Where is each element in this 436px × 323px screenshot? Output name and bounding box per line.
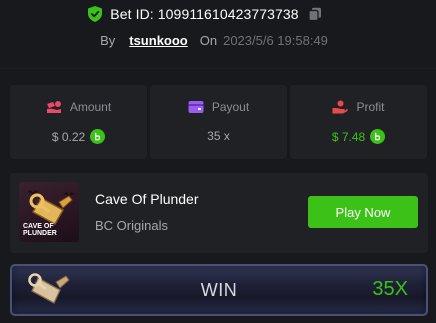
shield-check-icon [88, 6, 103, 22]
bet-date: 2023/5/6 19:58:49 [223, 32, 328, 48]
profit-value-row: $ 7.48 [290, 129, 427, 144]
payout-value: 35 x [207, 129, 230, 143]
amount-label: Amount [69, 100, 112, 114]
result-multiplier: 35X [372, 278, 408, 300]
divider [0, 68, 436, 69]
bet-meta-row: By tsunkooo On 2023/5/6 19:58:49 [0, 31, 436, 49]
amount-value-row: $ 0.22 [10, 129, 147, 144]
game-provider: BC Originals [95, 218, 168, 233]
payout-header: Payout [150, 100, 287, 114]
amount-value: $ 0.22 [51, 129, 86, 144]
amount-card: Amount $ 0.22 [10, 85, 147, 159]
hand-coin-icon [332, 100, 348, 114]
amount-header: Amount [10, 100, 147, 114]
payout-value-row: 35 x [150, 129, 287, 143]
by-label: By [100, 32, 116, 48]
bet-id-row: Bet ID: 109911610423773738 [0, 4, 436, 24]
coins-icon [46, 101, 61, 113]
bcd-coin-icon [370, 129, 386, 144]
result-banner: WIN 35X [10, 264, 428, 316]
play-now-button[interactable]: Play Now [308, 196, 418, 228]
profit-card: Profit $ 7.48 [290, 85, 427, 159]
profit-header: Profit [290, 100, 427, 114]
bcd-coin-icon [90, 129, 106, 144]
result-label: WIN [200, 279, 238, 300]
on-label: On [199, 32, 218, 48]
username-link[interactable]: tsunkooo [129, 33, 188, 48]
game-title[interactable]: Cave Of Plunder [95, 191, 199, 207]
payout-label: Payout [211, 100, 250, 114]
payout-card: Payout 35 x [150, 85, 287, 159]
wallet-icon [188, 101, 204, 113]
game-card: CAVE OF PLUNDER Cave Of Plunder BC Origi… [10, 173, 428, 253]
profit-value: $ 7.48 [331, 129, 366, 144]
game-thumbnail[interactable]: CAVE OF PLUNDER [19, 182, 79, 242]
game-thumbnail-title: CAVE OF PLUNDER [23, 223, 57, 237]
profit-label: Profit [356, 100, 385, 114]
bet-id-text: Bet ID: 109911610423773738 [110, 6, 299, 22]
bet-details-panel: Bet ID: 109911610423773738 By tsunkooo O… [0, 0, 436, 323]
copy-icon[interactable] [308, 7, 322, 21]
